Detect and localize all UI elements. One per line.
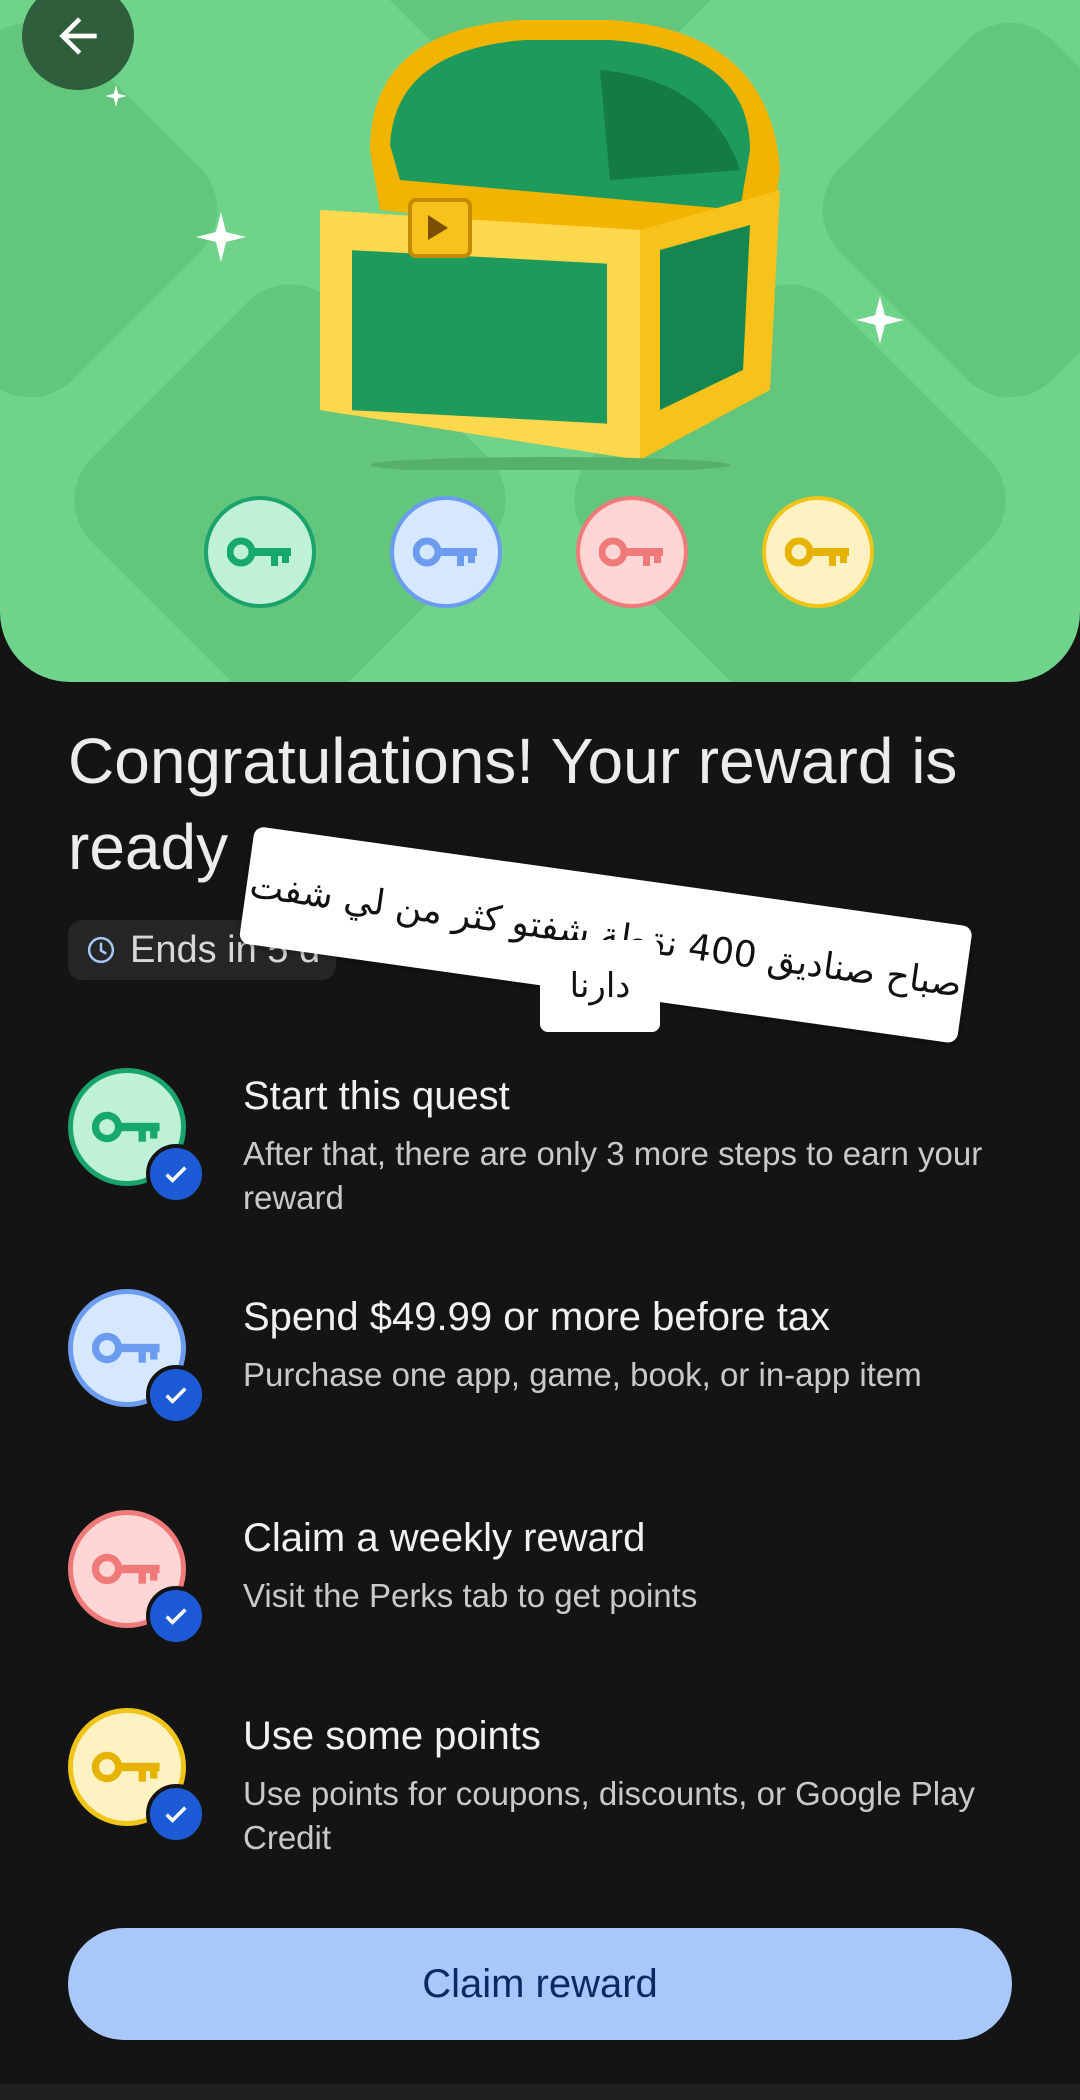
step-description: After that, there are only 3 more steps …: [243, 1135, 983, 1216]
sticker-text-line2: دارنا: [569, 966, 631, 1006]
check-icon: [146, 1586, 206, 1646]
clock-icon: [87, 936, 115, 964]
key-icon: [92, 1553, 160, 1585]
step-title: Start this quest: [243, 1074, 510, 1118]
step-title: Claim a weekly reward: [243, 1516, 646, 1560]
check-icon: [146, 1365, 206, 1425]
sparkle-icon: [856, 296, 904, 344]
key-icon: [785, 537, 849, 567]
quest-step: Start this quest After that, there are o…: [68, 1068, 1028, 1238]
step-title: Spend $49.99 or more before tax: [243, 1295, 831, 1339]
key-icon: [413, 537, 477, 567]
key-icon: [92, 1751, 160, 1783]
key-icon: [599, 537, 663, 567]
hero-banner: [0, 0, 1080, 682]
sparkle-icon: [105, 85, 127, 107]
key-icon: [227, 537, 291, 567]
step-description: Visit the Perks tab to get points: [243, 1577, 698, 1614]
quest-step: Claim a weekly reward Visit the Perks ta…: [68, 1510, 1028, 1650]
green-key-badge: [204, 496, 316, 608]
key-icon: [92, 1332, 160, 1364]
bottom-edge: [0, 2084, 1080, 2100]
step-title: Use some points: [243, 1714, 541, 1758]
key-badges-row: [0, 496, 1080, 616]
key-icon: [92, 1111, 160, 1143]
sparkle-icon: [196, 212, 246, 262]
step-description: Purchase one app, game, book, or in-app …: [243, 1356, 922, 1393]
arrow-back-icon: [59, 17, 97, 55]
quest-step: Use some points Use points for coupons, …: [68, 1708, 1028, 1878]
claim-reward-button[interactable]: Claim reward: [68, 1928, 1012, 2040]
blue-key-badge: [390, 496, 502, 608]
check-icon: [146, 1784, 206, 1844]
yellow-key-badge: [762, 496, 874, 608]
check-icon: [146, 1144, 206, 1204]
page-title: Congratulations! Your reward is ready: [68, 725, 958, 883]
step-description: Use points for coupons, discounts, or Go…: [243, 1775, 975, 1856]
red-key-badge: [576, 496, 688, 608]
treasure-chest-illustration: [320, 20, 780, 470]
arabic-caption-sticker-2: دارنا: [540, 940, 660, 1032]
quest-step: Spend $49.99 or more before tax Purchase…: [68, 1289, 1028, 1459]
